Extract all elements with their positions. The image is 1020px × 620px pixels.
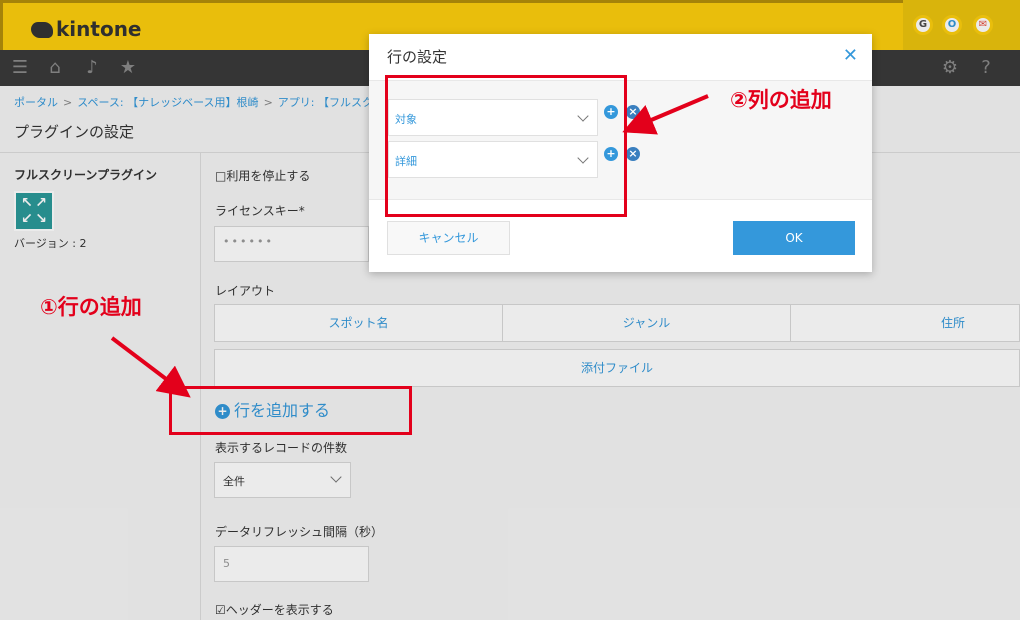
annotation-arrows xyxy=(110,94,709,398)
arrow-to-column-controls xyxy=(622,94,709,135)
arrow-to-add-row xyxy=(110,336,191,398)
